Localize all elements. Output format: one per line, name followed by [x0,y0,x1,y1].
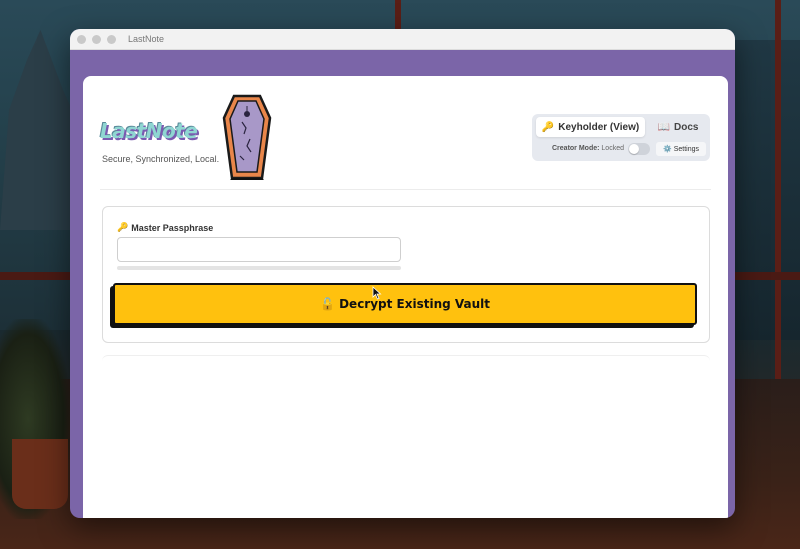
creator-mode-label: Creator Mode: Locked [552,145,624,152]
window-title: LastNote [128,34,165,44]
minimize-window-button[interactable] [92,34,101,44]
tab-docs[interactable]: 📖 Docs [650,117,706,137]
book-icon: 📖 [657,121,670,133]
gear-icon: ⚙️ [662,146,672,153]
creator-mode-toggle[interactable] [628,143,650,155]
title-bar: LastNote [70,29,735,50]
settings-label: Settings [673,145,699,153]
app-window: LastNote LastNote Secure, Synchronized, … [70,29,735,518]
tab-label: Keyholder (View) [558,121,640,133]
toggle-knob [629,144,639,154]
decrypt-button-label: 🔓 Decrypt Existing Vault [319,297,491,311]
maximize-window-button[interactable] [107,34,116,44]
tagline: Secure, Synchronized, Local. [102,154,220,164]
tab-keyholder-view[interactable]: 🔑 Keyholder (View) [536,117,645,137]
header-divider [100,189,711,190]
background-pot [12,439,68,509]
creator-mode-state: Locked [601,145,624,152]
passphrase-strength-bar [117,266,401,270]
coffin-icon [222,94,272,180]
lower-section [102,355,710,518]
settings-button[interactable]: ⚙️ Settings [656,142,706,156]
passphrase-label: 🔑 Master Passphrase [117,222,213,233]
logo-text: LastNote [100,119,198,143]
decrypt-vault-button[interactable]: 🔓 Decrypt Existing Vault [113,283,697,325]
unlock-form: 🔑 Master Passphrase 🔓 Decrypt Existing V… [102,206,710,343]
tab-label: Docs [674,121,699,133]
passphrase-input[interactable] [117,237,401,262]
main-panel: LastNote Secure, Synchronized, Local. 🔑 … [83,76,728,518]
passphrase-label-text: Master Passphrase [131,222,214,233]
background-city [730,40,800,340]
key-icon: 🔑 [117,222,129,232]
close-window-button[interactable] [77,34,86,44]
creator-mode-title: Creator Mode: [552,145,600,152]
creator-mode-row: Creator Mode: Locked ⚙️ Settings [532,141,710,157]
mouse-cursor-icon [372,286,382,300]
key-icon: 🔑 [541,121,555,133]
mode-switcher: 🔑 Keyholder (View) 📖 Docs Creator Mode: … [532,114,710,161]
brand-logo: LastNote [100,119,198,143]
